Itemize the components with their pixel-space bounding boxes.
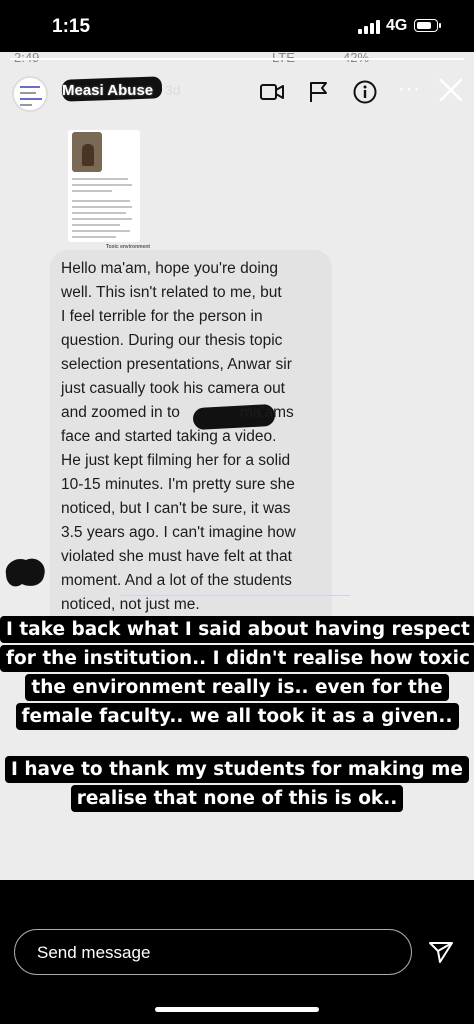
story-caption: I take back what I said about having res… <box>0 616 474 814</box>
message-line: I feel terrible for the person in <box>61 308 263 325</box>
message-line: 3.5 years ago. I can't imagine how <box>61 524 296 541</box>
story-header: Measi Abuse 3d ··· <box>0 68 474 118</box>
message-line: moment. And a lot of the students <box>61 572 292 589</box>
status-time: 1:15 <box>52 16 91 37</box>
message-line: and zoomed in to <box>61 404 180 421</box>
info-icon[interactable] <box>352 79 378 105</box>
send-message-input[interactable]: Send message <box>14 929 412 975</box>
message-line: noticed, but I can't be sure, it was <box>61 500 291 517</box>
caption-line: for the institution.. I didn't realise h… <box>0 645 474 672</box>
message-bubble: Hello ma'am, hope you're doing well. Thi… <box>50 250 332 638</box>
flag-icon[interactable] <box>306 79 332 105</box>
caption-line: realise that none of this is ok.. <box>70 785 404 812</box>
story-username[interactable]: Measi Abuse <box>62 82 153 99</box>
message-line: selection presentations, Anwar sir <box>61 356 292 373</box>
caption-line: I have to thank my students for making m… <box>5 756 469 783</box>
story-time-ago: 3d <box>165 82 181 98</box>
battery-icon <box>414 19 441 32</box>
message-line: ma'ams <box>240 404 294 421</box>
message-line: face and started taking a video. <box>61 428 277 445</box>
message-line: 10-15 minutes. I'm pretty sure she <box>61 476 295 493</box>
message-line: question. During our thesis topic <box>61 332 283 349</box>
video-call-icon[interactable] <box>259 79 285 105</box>
signal-icon <box>358 20 380 34</box>
home-indicator[interactable] <box>155 1007 319 1012</box>
message-line: well. This isn't related to me, but <box>61 284 282 301</box>
caption-line: I take back what I said about having res… <box>0 616 474 643</box>
message-line: just casually took his camera out <box>61 380 285 397</box>
shared-screenshot-thumbnail: Toxic environment <box>36 120 394 260</box>
divider <box>120 595 350 596</box>
status-bar: 1:15 4G <box>0 0 474 52</box>
reply-bar: Send message <box>0 880 474 1024</box>
sender-avatar-redaction <box>5 558 45 587</box>
message-line: He just kept filming her for a solid <box>61 452 291 469</box>
send-message-placeholder: Send message <box>37 943 151 962</box>
story-progress-bar <box>10 58 464 60</box>
message-line: noticed, not just me. <box>61 596 200 613</box>
avatar[interactable] <box>12 76 48 112</box>
network-type: 4G <box>386 17 408 34</box>
more-icon[interactable]: ··· <box>398 78 421 101</box>
message-line: violated she must have felt at that <box>61 548 292 565</box>
thumbnail-card <box>68 130 140 242</box>
message-line: Hello ma'am, hope you're doing <box>61 260 279 277</box>
thumbnail-photo <box>72 132 102 172</box>
send-icon[interactable] <box>428 940 454 964</box>
story-view[interactable]: 2:49 LTE 42% Measi Abuse 3d ··· Toxic en… <box>0 52 474 880</box>
caption-line: the environment really is.. even for the <box>25 674 449 701</box>
caption-line: female faculty.. we all took it as a giv… <box>15 703 459 730</box>
close-icon[interactable] <box>438 77 464 103</box>
